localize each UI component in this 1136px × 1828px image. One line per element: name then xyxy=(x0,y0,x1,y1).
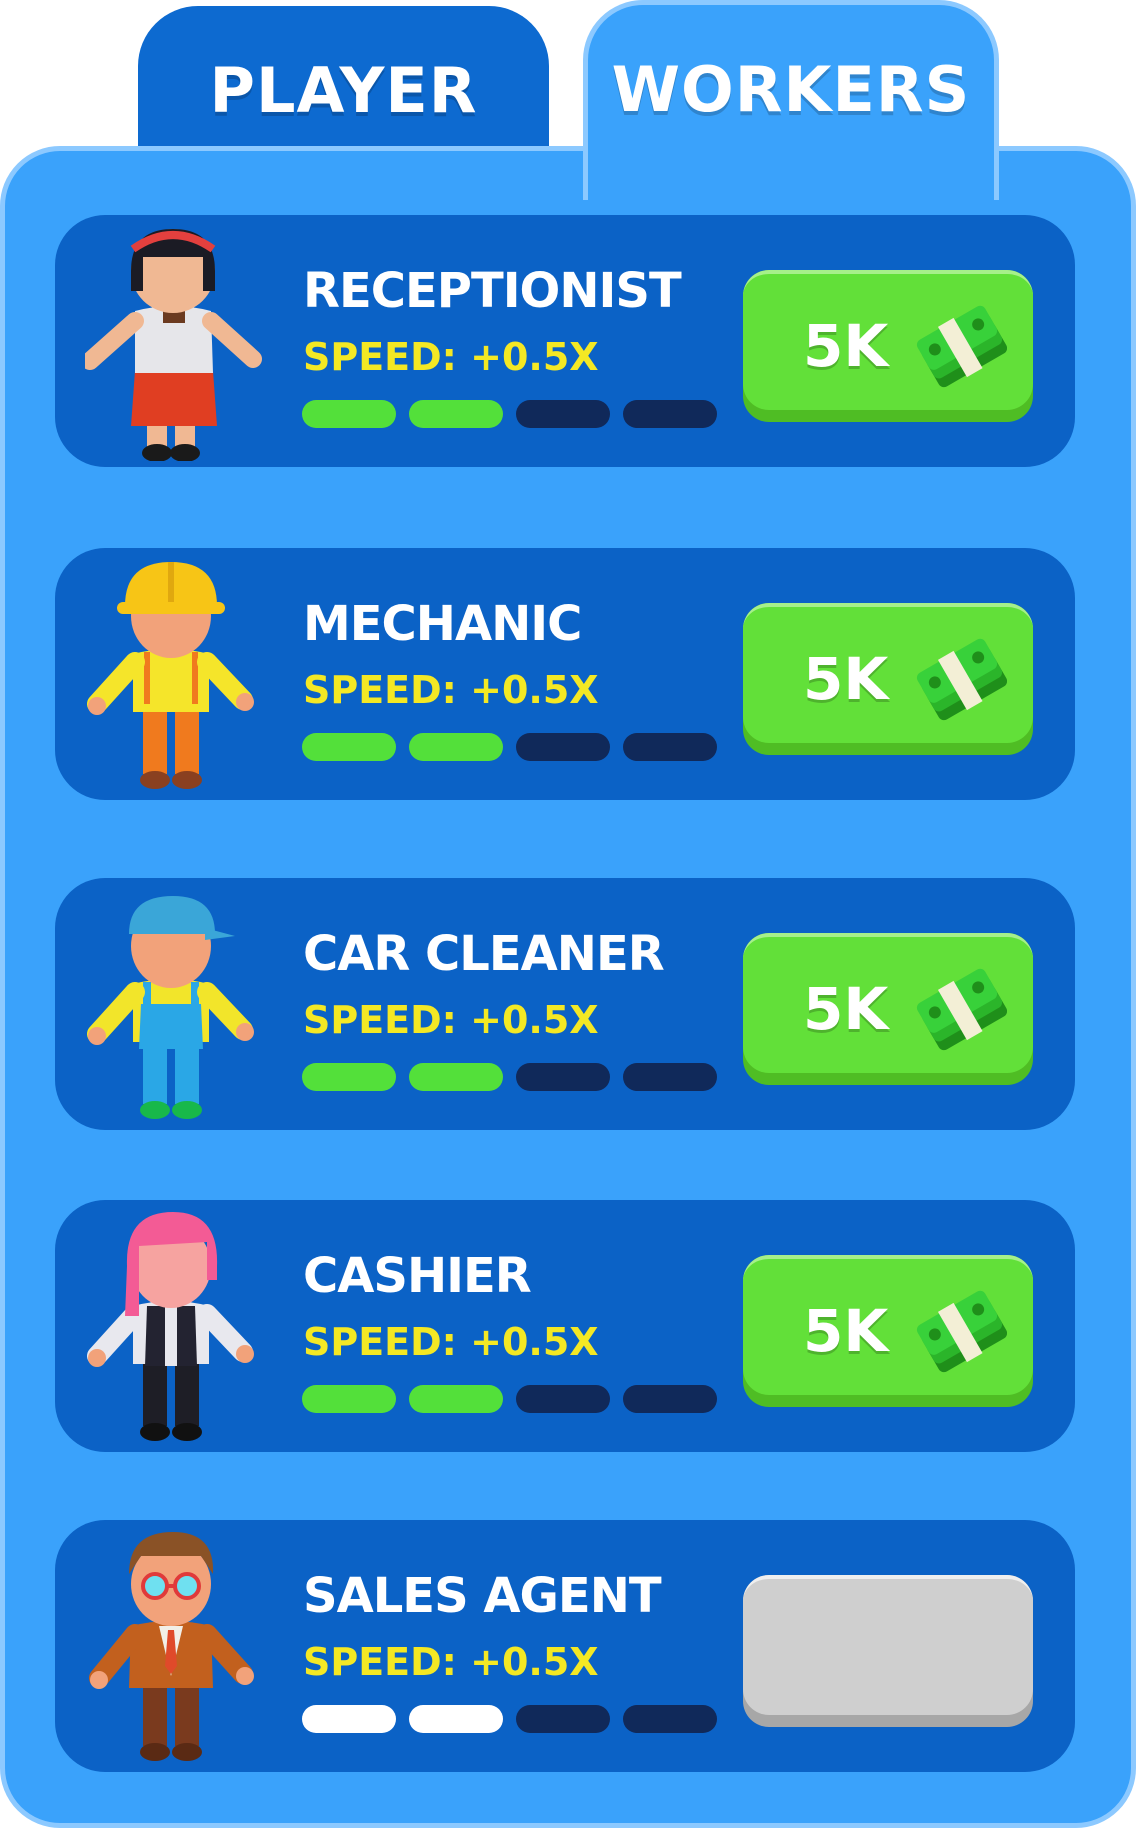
worker-card-cashier: CASHIER SPEED: +0.5X 5K xyxy=(55,1200,1075,1452)
upgrade-button-face: 5K xyxy=(743,933,1033,1073)
worker-name: SALES AGENT xyxy=(303,1568,662,1624)
upgrade-button[interactable]: 5K xyxy=(743,270,1033,422)
worker-card-receptionist: RECEPTIONIST SPEED: +0.5X 5K xyxy=(55,215,1075,467)
level-progress xyxy=(302,400,717,428)
worker-speed: SPEED: +0.5X xyxy=(303,1320,599,1364)
worker-card-mechanic: MECHANIC SPEED: +0.5X 5K xyxy=(55,548,1075,800)
upgrade-button-face xyxy=(743,1575,1033,1715)
worker-card-car-cleaner: CAR CLEANER SPEED: +0.5X 5K xyxy=(55,878,1075,1130)
worker-name: MECHANIC xyxy=(303,596,582,652)
level-segment-empty xyxy=(623,1063,717,1091)
tab-player[interactable]: PLAYER xyxy=(138,6,549,166)
level-segment-empty xyxy=(516,1385,610,1413)
level-segment-filled xyxy=(302,1705,396,1733)
upgrade-button[interactable]: 5K xyxy=(743,603,1033,755)
upgrade-button[interactable]: 5K xyxy=(743,1255,1033,1407)
level-segment-filled xyxy=(409,1705,503,1733)
level-progress xyxy=(302,1063,717,1091)
level-progress xyxy=(302,1385,717,1413)
level-segment-filled xyxy=(409,1385,503,1413)
price-label: 5K xyxy=(803,1297,889,1365)
level-progress xyxy=(302,733,717,761)
tab-workers[interactable]: WORKERS xyxy=(583,0,999,200)
cash-stack-icon xyxy=(916,1290,1007,1373)
level-segment-filled xyxy=(409,400,503,428)
cash-stack-icon xyxy=(916,638,1007,721)
mechanic-avatar-icon xyxy=(87,562,254,789)
level-segment-filled xyxy=(302,1385,396,1413)
level-segment-empty xyxy=(516,1705,610,1733)
level-segment-filled xyxy=(302,733,396,761)
sales-agent-avatar-icon xyxy=(89,1532,254,1761)
cashier-avatar-icon xyxy=(87,1212,254,1441)
level-segment-filled xyxy=(409,733,503,761)
tab-workers-label: WORKERS xyxy=(611,53,971,126)
level-segment-empty xyxy=(516,400,610,428)
car-cleaner-avatar-icon xyxy=(87,896,254,1119)
worker-name: CAR CLEANER xyxy=(303,926,665,982)
worker-card-sales-agent: SALES AGENT SPEED: +0.5X xyxy=(55,1520,1075,1772)
worker-speed: SPEED: +0.5X xyxy=(303,668,599,712)
worker-speed: SPEED: +0.5X xyxy=(303,998,599,1042)
worker-name: CASHIER xyxy=(303,1248,532,1304)
level-segment-empty xyxy=(516,733,610,761)
price-label: 5K xyxy=(803,645,889,713)
locked-upgrade-button[interactable] xyxy=(743,1575,1033,1727)
level-segment-empty xyxy=(516,1063,610,1091)
upgrade-button-face: 5K xyxy=(743,270,1033,410)
level-segment-empty xyxy=(623,1385,717,1413)
tab-player-label: PLAYER xyxy=(209,54,478,127)
level-segment-empty xyxy=(623,733,717,761)
level-segment-filled xyxy=(409,1063,503,1091)
worker-speed: SPEED: +0.5X xyxy=(303,1640,599,1684)
cash-stack-icon xyxy=(916,968,1007,1051)
level-segment-empty xyxy=(623,1705,717,1733)
upgrade-button[interactable]: 5K xyxy=(743,933,1033,1085)
receptionist-avatar-icon xyxy=(85,229,262,461)
worker-speed: SPEED: +0.5X xyxy=(303,335,599,379)
upgrade-button-face: 5K xyxy=(743,1255,1033,1395)
level-segment-filled xyxy=(302,400,396,428)
level-segment-empty xyxy=(623,400,717,428)
worker-name: RECEPTIONIST xyxy=(303,263,682,319)
price-label: 5K xyxy=(803,312,889,380)
price-label: 5K xyxy=(803,975,889,1043)
level-progress xyxy=(302,1705,717,1733)
level-segment-filled xyxy=(302,1063,396,1091)
cash-stack-icon xyxy=(916,305,1007,388)
upgrade-button-face: 5K xyxy=(743,603,1033,743)
